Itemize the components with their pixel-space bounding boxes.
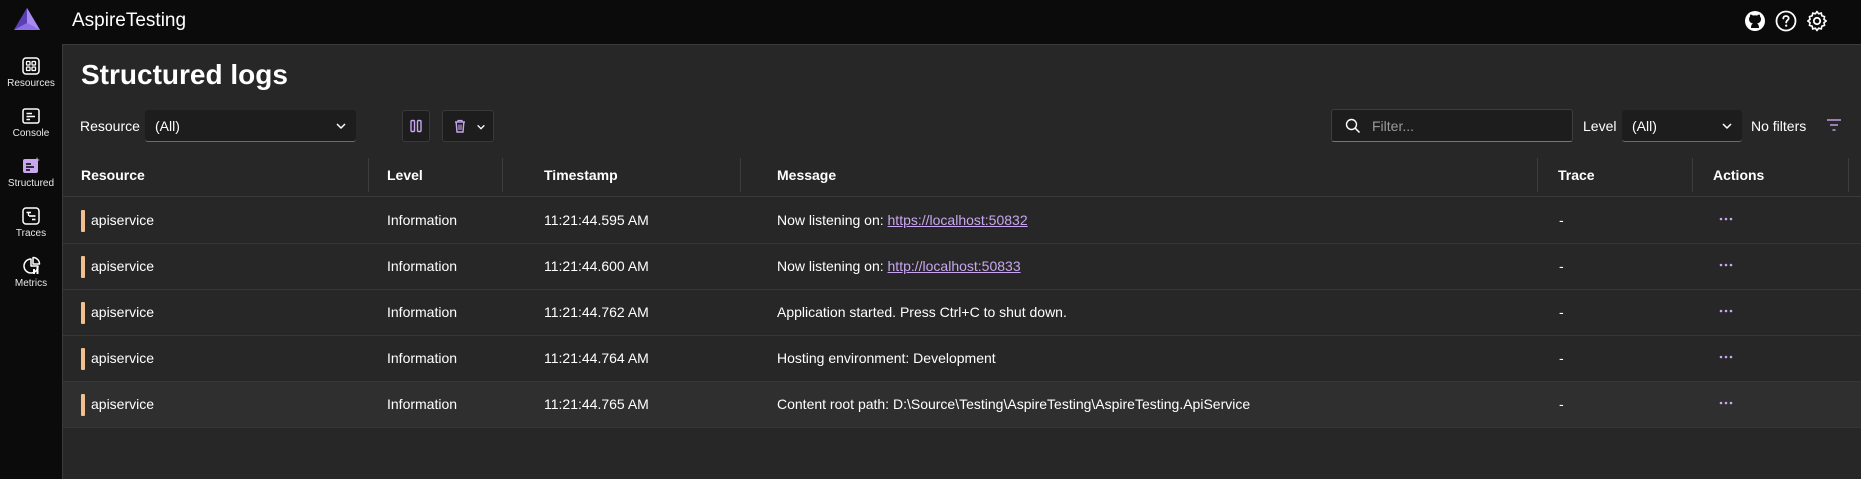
metrics-icon: [23, 256, 41, 274]
message-link[interactable]: https://localhost:50832: [888, 212, 1028, 228]
trace-cell: -: [1559, 396, 1564, 412]
column-header-message[interactable]: Message: [777, 167, 836, 183]
message-cell: Content root path: D:\Source\Testing\Asp…: [777, 396, 1251, 412]
level-cell: Information: [387, 350, 458, 366]
message-cell: Now listening on: https://localhost:5083…: [777, 212, 1028, 228]
sidebar-item-metrics[interactable]: Metrics: [0, 249, 62, 297]
sidebar-item-console[interactable]: Console: [0, 99, 62, 147]
trace-cell: -: [1559, 258, 1564, 274]
more-actions-icon[interactable]: [1715, 346, 1737, 368]
table-row[interactable]: apiservice Information 11:21:44.764 AM H…: [63, 336, 1861, 382]
chevron-down-icon: [477, 124, 485, 130]
column-resize-handle[interactable]: [1692, 158, 1693, 192]
timestamp-cell: 11:21:44.762 AM: [544, 304, 649, 320]
pause-icon: [410, 119, 422, 133]
resource-cell: apiservice: [91, 350, 155, 366]
help-icon[interactable]: [1774, 9, 1798, 33]
github-icon[interactable]: [1743, 9, 1767, 33]
traces-icon: [22, 207, 40, 225]
column-header-actions: Actions: [1713, 167, 1765, 183]
console-icon: [22, 108, 40, 124]
column-header-trace[interactable]: Trace: [1558, 167, 1595, 183]
no-filters-text: No filters: [1751, 118, 1807, 134]
trace-cell: -: [1559, 350, 1564, 366]
resource-color-indicator: [81, 348, 85, 370]
sidebar-item-label: Structured: [7, 178, 55, 189]
table-row[interactable]: apiservice Information 11:21:44.765 AM C…: [63, 382, 1861, 428]
resource-cell: apiservice: [91, 304, 155, 320]
more-actions-icon[interactable]: [1715, 254, 1737, 276]
message-text: Now listening on:: [777, 212, 888, 228]
chevron-down-icon: [336, 123, 346, 130]
level-select[interactable]: (All): [1622, 110, 1742, 142]
logs-table-header: Resource Level Timestamp Message Trace A…: [63, 153, 1861, 197]
sidebar-item-structured[interactable]: Structured: [0, 149, 62, 197]
message-link[interactable]: http://localhost:50833: [888, 258, 1021, 274]
timestamp-cell: 11:21:44.595 AM: [544, 212, 649, 228]
app-header: AspireTesting: [0, 0, 1861, 44]
trace-cell: -: [1559, 304, 1564, 320]
resource-cell: apiservice: [91, 396, 155, 412]
sidebar-item-traces[interactable]: Traces: [0, 199, 62, 247]
page-title: Structured logs: [81, 59, 288, 90]
timestamp-cell: 11:21:44.764 AM: [544, 350, 649, 366]
sidebar-item-label: Console: [12, 128, 50, 139]
more-actions-icon[interactable]: [1715, 208, 1737, 230]
timestamp-cell: 11:21:44.600 AM: [544, 258, 649, 274]
resources-icon: [22, 57, 40, 75]
filter-input[interactable]: [1372, 116, 1562, 136]
more-actions-icon[interactable]: [1715, 392, 1737, 414]
column-header-resource[interactable]: Resource: [81, 167, 145, 183]
pause-button[interactable]: [402, 110, 430, 142]
column-resize-handle[interactable]: [502, 158, 503, 192]
column-resize-handle[interactable]: [368, 158, 369, 192]
clear-logs-button[interactable]: [442, 110, 494, 142]
resource-cell: apiservice: [91, 212, 155, 228]
trash-icon: [455, 119, 465, 133]
resource-color-indicator: [81, 394, 85, 416]
message-cell: Now listening on: http://localhost:50833: [777, 258, 1021, 274]
level-cell: Information: [387, 304, 458, 320]
message-cell: Hosting environment: Development: [777, 350, 996, 366]
sidebar-item-label: Metrics: [14, 278, 48, 289]
more-actions-icon[interactable]: [1715, 300, 1737, 322]
structured-icon: [23, 157, 40, 173]
timestamp-cell: 11:21:44.765 AM: [544, 396, 649, 412]
chevron-down-icon: [1722, 123, 1732, 130]
table-row[interactable]: apiservice Information 11:21:44.595 AM N…: [63, 198, 1861, 244]
sidebar-item-label: Resources: [7, 78, 55, 89]
column-resize-handle[interactable]: [740, 158, 741, 192]
message-cell: Application started. Press Ctrl+C to shu…: [777, 304, 1067, 320]
filter-icon[interactable]: [1826, 118, 1842, 132]
settings-gear-icon[interactable]: [1805, 9, 1829, 33]
sidebar-item-label: Traces: [15, 228, 47, 239]
resource-color-indicator: [81, 210, 85, 232]
level-cell: Information: [387, 396, 458, 412]
app-title: AspireTesting: [72, 10, 187, 31]
sidebar-item-resources[interactable]: Resources: [0, 49, 62, 97]
resource-select-value: (All): [155, 118, 180, 134]
column-resize-handle[interactable]: [1848, 158, 1849, 192]
resource-color-indicator: [81, 302, 85, 324]
resource-color-indicator: [81, 256, 85, 278]
column-resize-handle[interactable]: [1537, 158, 1538, 192]
trace-cell: -: [1559, 212, 1564, 228]
sidebar-nav: Resources Console Structured Traces Metr…: [0, 44, 62, 479]
main-content: Structured logs Resource (All) Level (Al…: [62, 44, 1861, 479]
aspire-logo-icon[interactable]: [12, 6, 42, 32]
filter-search-box: [1331, 109, 1573, 142]
column-header-level[interactable]: Level: [387, 167, 423, 183]
level-cell: Information: [387, 212, 458, 228]
resource-filter-label: Resource: [80, 118, 140, 134]
message-text: Now listening on:: [777, 258, 888, 274]
column-header-timestamp[interactable]: Timestamp: [544, 167, 618, 183]
table-row[interactable]: apiservice Information 11:21:44.762 AM A…: [63, 290, 1861, 336]
level-filter-label: Level: [1583, 118, 1617, 134]
resource-cell: apiservice: [91, 258, 155, 274]
level-select-value: (All): [1632, 118, 1657, 134]
resource-select[interactable]: (All): [145, 110, 356, 142]
table-row[interactable]: apiservice Information 11:21:44.600 AM N…: [63, 244, 1861, 290]
level-cell: Information: [387, 258, 458, 274]
search-icon: [1345, 118, 1361, 134]
